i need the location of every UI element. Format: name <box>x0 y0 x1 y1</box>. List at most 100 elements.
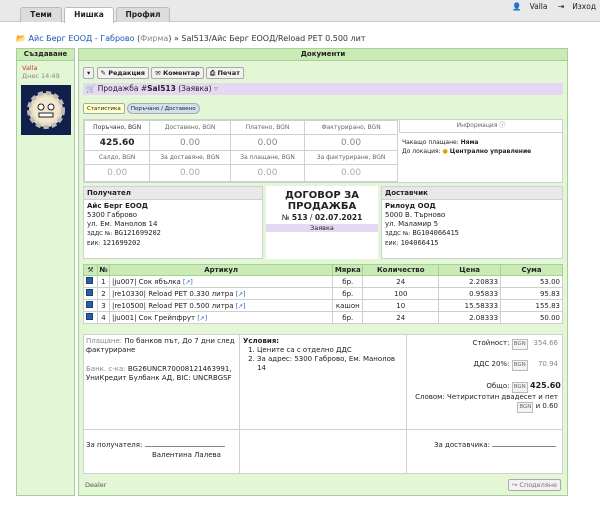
row-unit: кашон <box>332 299 364 312</box>
chevron-down-icon[interactable]: ▿ <box>214 84 218 93</box>
items-table: ⚒ № Артикул Мярка Количество Цена Сума 1… <box>83 264 563 324</box>
open-link-icon[interactable]: [↗] <box>236 303 246 310</box>
tab-profile[interactable]: Профил <box>116 7 170 22</box>
row-code[interactable]: re10500 <box>114 302 143 310</box>
condition-item: Цените са с отделно ДДС <box>257 346 403 355</box>
row-unit: бр. <box>332 275 364 288</box>
currency-badge: BGN <box>511 360 528 371</box>
row-code[interactable]: ju001 <box>114 314 134 322</box>
row-select-checkbox[interactable] <box>86 301 93 308</box>
document-panel: Документи ▾ ✎ Редакция ✉ Коментар ⎙ Печа… <box>78 48 568 496</box>
price-header: Цена <box>438 264 502 276</box>
row-no: 4 <box>96 311 110 324</box>
user-name[interactable]: Valla <box>530 2 548 11</box>
total-value: 425.60 <box>530 381 561 390</box>
author-name[interactable]: Valla <box>22 64 69 72</box>
doc-title-prefix: Продажба # <box>97 84 148 93</box>
pending-payment-value: Няма <box>460 139 479 146</box>
user-icon: 👤 <box>512 2 522 11</box>
contract-no-label: № <box>281 213 290 222</box>
ordered-label: Поръчано, BGN <box>83 120 151 135</box>
cost-value: 354.66 <box>533 339 559 347</box>
row-name: Сок Грейпфрут <box>138 313 196 322</box>
top-bar: Теми Нишка Профил 👤 Valla ⇥ Изход <box>0 0 600 23</box>
receiver-header: Получател <box>84 187 262 200</box>
bank-block: Банк. с-ка: BG26UNCR70008121463991, УниК… <box>86 365 236 383</box>
comment-button[interactable]: ✉ Коментар <box>151 67 204 79</box>
open-link-icon[interactable]: [↗] <box>183 279 193 286</box>
sum-header: Сума <box>500 264 563 276</box>
invoiced-value: 0.00 <box>304 133 398 152</box>
contract-title-2: ПРОДАЖБА <box>287 201 357 212</box>
share-icon: ↪ <box>511 481 518 489</box>
open-link-icon[interactable]: [↗] <box>197 315 207 322</box>
row-code[interactable]: re10330 <box>114 290 143 298</box>
to-pay-label: За плащане, BGN <box>229 150 306 166</box>
divider <box>239 335 240 429</box>
stats-table: Поръчано, BGN Доставено, BGN Платено, BG… <box>83 119 563 183</box>
row-qty: 24 <box>362 275 440 288</box>
article-header[interactable]: Артикул <box>108 264 334 276</box>
edit-button[interactable]: ✎ Редакция <box>96 67 149 79</box>
avatar[interactable] <box>21 85 71 135</box>
supplier-vat-label: ЗДДС №: <box>385 231 411 237</box>
unit-header: Мярка <box>332 264 364 276</box>
tab-statistics[interactable]: Статистика <box>83 103 125 114</box>
payment-label: Плащане: <box>86 337 123 345</box>
logout-link[interactable]: Изход <box>572 2 596 11</box>
created-date: Днес 14:49 <box>22 72 60 80</box>
paid-value: 0.00 <box>229 133 306 152</box>
tab-thread[interactable]: Нишка <box>64 7 114 23</box>
receiver-sign-name: Валентина Лалева <box>152 451 221 459</box>
supplier-eik-label: ЕИК: <box>385 241 399 247</box>
to-invoice-label: За фактуриране, BGN <box>304 150 398 166</box>
row-qty: 100 <box>362 287 440 300</box>
folder-icon: 📂 <box>16 34 26 43</box>
vat-value: 70.94 <box>537 360 558 368</box>
delivered-value: 0.00 <box>149 133 231 152</box>
menu-button[interactable]: ▾ <box>83 67 95 79</box>
gear-face-icon <box>27 91 65 129</box>
edit-label: Редакция <box>108 69 145 77</box>
conditions-block: Условия: Цените са с отделно ДДС За адре… <box>243 337 403 373</box>
words-text-cents: и 0.60 <box>535 402 558 410</box>
divider <box>406 429 407 473</box>
payment-block: Плащане: По банков път, До 7 дни след фа… <box>86 337 236 355</box>
row-name: Reload PET 0.500 литра <box>148 301 234 310</box>
company-link[interactable]: Айс Берг ЕООД - Габрово <box>29 34 135 43</box>
receiver-vat-label: ЗДДС №: <box>87 231 113 237</box>
info-label: Информация <box>456 122 498 129</box>
words-text: Четиристотин двадесет и пет <box>447 393 558 401</box>
open-link-icon[interactable]: [↗] <box>236 291 246 298</box>
row-select-checkbox[interactable] <box>86 277 93 284</box>
info-details: Чакащо плащане: Няма До локация: ● Центр… <box>402 138 531 156</box>
doc-number: Sal513 <box>147 84 176 93</box>
row-unit: бр. <box>332 287 364 300</box>
invoiced-label: Фактурирано, BGN <box>304 120 398 135</box>
share-button[interactable]: ↪ Споделяне <box>507 479 561 491</box>
to-invoice-value: 0.00 <box>304 164 398 182</box>
supplier-eik: 104066415 <box>400 239 439 247</box>
row-code[interactable]: ju007 <box>114 278 134 286</box>
row-article: |ju007| Сок ябълка [↗] <box>108 275 334 288</box>
info-header: Информация ⓘ <box>399 120 562 133</box>
receiver-sign-label: За получателя: <box>86 441 143 449</box>
bank-label: Банк. с-ка: <box>86 365 126 373</box>
row-name: Сок ябълка <box>138 277 181 286</box>
dealer-label: Dealer <box>85 481 107 489</box>
receiver-city: 5300 Габрово <box>87 211 138 219</box>
divider <box>239 429 240 473</box>
row-no: 3 <box>96 299 110 312</box>
tab-topics[interactable]: Теми <box>20 7 62 22</box>
subtabs: Статистика Поръчано / Доставено <box>83 103 200 114</box>
tools-icon[interactable]: ⚒ <box>83 264 98 276</box>
print-button[interactable]: ⎙ Печат <box>205 67 244 79</box>
delivered-label: Доставено, BGN <box>149 120 231 135</box>
no-header: № <box>96 264 110 276</box>
receiver-eik: 121699202 <box>102 239 141 247</box>
tab-ordered-delivered[interactable]: Поръчано / Доставено <box>126 103 200 114</box>
row-select-checkbox[interactable] <box>86 313 93 320</box>
supplier-vat: BG104066415 <box>412 229 459 237</box>
row-name: Reload PET 0.330 литра <box>148 289 234 298</box>
row-select-checkbox[interactable] <box>86 289 93 296</box>
